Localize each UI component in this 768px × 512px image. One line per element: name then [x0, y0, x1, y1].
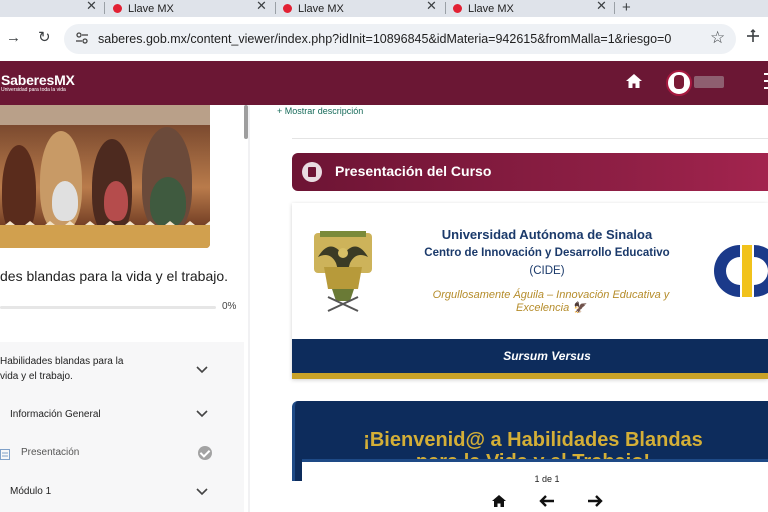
chevron-down-icon[interactable]: [196, 366, 208, 374]
content-area: + Mostrar descripción Presentación del C…: [260, 105, 768, 512]
sidebar-gutter: [248, 105, 250, 512]
university-motto: Orgullosamente Águila – Innovación Educa…: [432, 289, 670, 314]
center-acronym: (CIDE): [529, 265, 565, 277]
page-counter: 1 de 1: [534, 474, 560, 484]
favicon-icon: [283, 4, 292, 13]
progress-percentage: 0%: [222, 301, 237, 312]
site-logo[interactable]: SaberesMX: [1, 72, 75, 88]
viewer-controls: 1 de 1: [302, 459, 768, 512]
tab-separator: [445, 2, 446, 14]
browser-toolbar: → ↻ saberes.gob.mx/content_viewer/index.…: [0, 17, 768, 61]
reload-icon[interactable]: ↻: [38, 29, 51, 47]
share-icon[interactable]: [746, 29, 760, 48]
browser-tab[interactable]: Llave MX: [283, 0, 344, 17]
show-description-link[interactable]: + Mostrar descripción: [277, 106, 363, 116]
gold-accent-bar: [292, 373, 768, 379]
browser-tab[interactable]: Llave MX: [453, 0, 514, 17]
tab-separator: [614, 2, 615, 14]
course-banner-image: [0, 105, 210, 248]
shirt-figure: [52, 181, 78, 221]
chevron-down-icon[interactable]: [196, 488, 208, 496]
site-header: SaberesMX Universidad para toda la vida: [0, 61, 768, 105]
chevron-down-icon[interactable]: [196, 410, 208, 418]
user-avatar[interactable]: [666, 70, 692, 96]
home-icon[interactable]: [624, 71, 644, 91]
address-bar[interactable]: saberes.gob.mx/content_viewer/index.php?…: [64, 24, 736, 54]
browser-tab[interactable]: Llave MX: [113, 0, 174, 17]
tab-separator: [104, 2, 105, 14]
tab-title: Llave MX: [468, 2, 514, 15]
arrow-right-icon[interactable]: [586, 494, 604, 508]
sidebar-item-informacion-general[interactable]: Información General: [10, 407, 101, 422]
course-sidebar: des blandas para la vida y el trabajo. 0…: [0, 105, 250, 512]
banner-bottom-strip: [0, 225, 210, 248]
divider: [292, 138, 768, 139]
bookmark-star-icon[interactable]: ☆: [710, 29, 725, 47]
sidebar-item-presentacion[interactable]: Presentación: [21, 445, 79, 460]
document-icon: [0, 449, 10, 460]
url-text[interactable]: saberes.gob.mx/content_viewer/index.php?…: [98, 32, 671, 46]
tab-separator: [275, 2, 276, 14]
banner-photo: [0, 125, 210, 235]
tab-close-icon[interactable]: ✕: [596, 0, 607, 17]
site-tagline: Universidad para toda la vida: [1, 87, 66, 93]
tab-title: Llave MX: [128, 2, 174, 15]
book-icon: [302, 162, 322, 182]
shirt-figure: [104, 181, 128, 221]
sidebar-item-course[interactable]: Habilidades blandas para la vida y el tr…: [0, 354, 123, 384]
completed-check-icon: [198, 446, 212, 460]
tab-close-icon[interactable]: ✕: [256, 0, 267, 17]
center-name: Centro de Innovación y Desarrollo Educat…: [424, 247, 670, 259]
module-list: Habilidades blandas para la vida y el tr…: [0, 342, 244, 512]
cide-logo-icon: [714, 245, 768, 297]
favicon-icon: [113, 4, 122, 13]
sidebar-item-modulo-1[interactable]: Módulo 1: [10, 484, 51, 499]
welcome-line: ¡Bienvenid@ a Habilidades Blandas: [363, 429, 703, 451]
home-icon[interactable]: [490, 494, 508, 508]
menu-icon[interactable]: [764, 73, 768, 93]
user-name-redacted: [694, 76, 724, 88]
avatar-silhouette-icon: [674, 75, 684, 89]
course-title: des blandas para la vida y el trabajo.: [0, 268, 229, 284]
site-info-icon[interactable]: [74, 30, 90, 49]
banner-top-strip: [0, 105, 210, 127]
module-label: Habilidades blandas para la: [0, 356, 124, 367]
tab-title: Llave MX: [298, 2, 344, 15]
university-name: Universidad Autónoma de Sinaloa: [441, 227, 653, 242]
tab-strip: ✕ Llave MX ✕ Llave MX ✕ Llave MX ✕ +: [0, 0, 768, 17]
section-title: Presentación del Curso: [335, 163, 492, 179]
university-card: Universidad Autónoma de Sinaloa Centro d…: [292, 203, 768, 379]
tab-close-icon[interactable]: ✕: [86, 0, 97, 17]
module-label: vida y el trabajo.: [0, 371, 73, 382]
arrow-left-icon[interactable]: [538, 494, 556, 508]
section-header: Presentación del Curso: [292, 153, 768, 191]
sursum-text: Sursum Versus: [503, 349, 591, 363]
favicon-icon: [453, 4, 462, 13]
course-progress-bar: [0, 306, 216, 309]
tab-close-icon[interactable]: ✕: [426, 0, 437, 17]
sursum-banner: Sursum Versus: [292, 339, 768, 373]
forward-icon[interactable]: →: [6, 29, 21, 47]
new-tab-icon[interactable]: +: [622, 0, 631, 16]
